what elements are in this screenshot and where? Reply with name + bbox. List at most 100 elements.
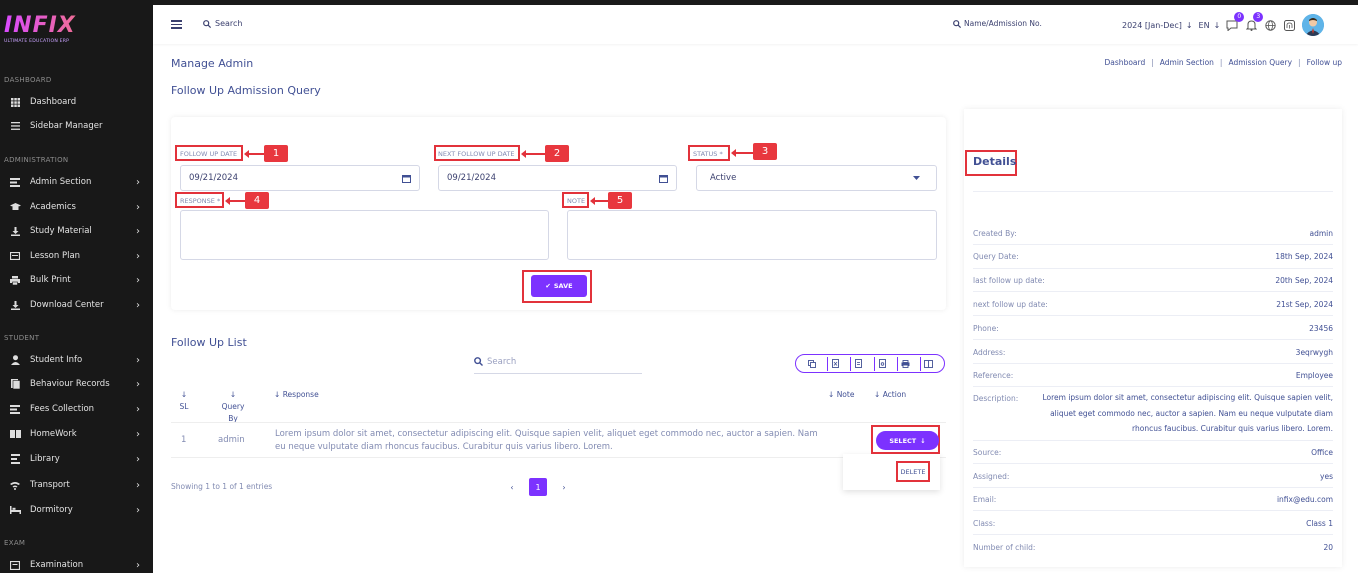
chevron-right-icon: › (136, 176, 140, 188)
page-title: Manage Admin (171, 57, 254, 70)
note-label: NOTE (567, 197, 586, 205)
list-icon (9, 120, 21, 132)
print-button[interactable] (896, 356, 913, 371)
sidebar-item-label: Behaviour Records (30, 379, 110, 389)
arrow-down-icon: ↓ (920, 436, 926, 445)
hamburger-menu-icon[interactable] (171, 20, 182, 29)
sidebar-item-dormitory[interactable]: Dormitory › (0, 500, 153, 520)
sidebar-item-sidebar-manager[interactable]: Sidebar Manager (0, 116, 153, 136)
delete-menu-item[interactable]: DELETE (896, 462, 930, 481)
details-divider (973, 487, 1333, 488)
chevron-right-icon: › (136, 354, 140, 366)
columns-button[interactable] (920, 356, 936, 371)
caret-down-icon (913, 176, 920, 180)
bed-icon (9, 504, 21, 516)
sidebar-item-study-material[interactable]: Study Material › (0, 221, 153, 241)
sidebar-item-dashboard[interactable]: Dashboard (0, 92, 153, 112)
sidebar-item-academics[interactable]: Academics › (0, 197, 153, 217)
fingerprint-button[interactable] (1282, 18, 1296, 32)
breadcrumb-admin-section[interactable]: Admin Section (1160, 58, 1214, 67)
sidebar-item-student-info[interactable]: Student Info › (0, 350, 153, 370)
annotation-callout-1: 1 (264, 145, 288, 162)
calendar-icon[interactable] (659, 174, 668, 183)
sidebar-item-transport[interactable]: Transport › (0, 475, 153, 495)
details-divider (973, 386, 1333, 387)
calendar-icon[interactable] (402, 174, 411, 183)
detail-key-assigned: Assigned: (973, 472, 1010, 481)
detail-key-email: Email: (973, 495, 997, 504)
notifications-button[interactable]: 3 (1244, 12, 1264, 32)
pdf-button[interactable] (873, 356, 890, 371)
header-search[interactable]: Search (203, 19, 242, 28)
sidebar-item-examination[interactable]: Examination › (0, 555, 153, 573)
list-search-input[interactable]: Search (474, 350, 642, 374)
note-textarea[interactable] (567, 210, 937, 260)
detail-key-address: Address: (973, 348, 1006, 357)
select-button[interactable]: SELECT ↓ (876, 431, 939, 450)
follow-up-date-input[interactable]: 09/21/2024 (180, 165, 420, 191)
arrow-down-icon: ↓ (1185, 20, 1193, 30)
col-query-by-sort[interactable]: ↓ Query By (218, 389, 248, 425)
page-button-current[interactable]: 1 (529, 478, 547, 496)
academic-year-select[interactable]: 2024 [Jan-Dec] (1122, 21, 1182, 30)
sidebar-item-admin-section[interactable]: Admin Section › (0, 172, 153, 192)
row-sl: 1 (181, 435, 187, 445)
copy-icon (807, 359, 816, 368)
graduation-cap-icon (9, 201, 21, 213)
avatar[interactable] (1302, 14, 1325, 36)
notifications-badge: 3 (1253, 12, 1264, 22)
detail-value-created-by: admin (1309, 229, 1334, 238)
sidebar-item-download-center[interactable]: Download Center › (0, 295, 153, 315)
messages-badge: 0 (1234, 12, 1245, 22)
admin-icon (9, 176, 21, 188)
status-select[interactable]: Active (696, 165, 937, 191)
col-note-sort[interactable]: ↓ Note (828, 389, 854, 401)
next-follow-up-date-input[interactable]: 09/21/2024 (438, 165, 677, 191)
col-action-sort[interactable]: ↓ Action (874, 389, 906, 401)
row-response-line-2: eu neque vulputate diam rhoncus faucibus… (275, 442, 613, 452)
next-follow-up-date-label: NEXT FOLLOW UP DATE (438, 150, 515, 158)
logo[interactable]: INFIX ULTIMATE EDUCATION ERP (4, 14, 104, 48)
sidebar-item-homework[interactable]: HomeWork › (0, 424, 153, 444)
response-textarea[interactable] (180, 210, 549, 260)
col-sl-sort[interactable]: ↓ SL (176, 389, 192, 413)
sidebar-item-behaviour-records[interactable]: Behaviour Records › (0, 374, 153, 394)
csv-button[interactable] (850, 356, 866, 371)
save-button[interactable]: ✔ SAVE (531, 275, 587, 297)
breadcrumb-dashboard[interactable]: Dashboard (1105, 58, 1146, 67)
sidebar-item-label: Fees Collection (30, 404, 95, 414)
website-button[interactable] (1263, 18, 1277, 32)
prev-page-button[interactable]: ‹ (503, 478, 521, 496)
search-icon (474, 357, 483, 366)
copy-button[interactable] (804, 357, 820, 371)
sidebar-item-fees-collection[interactable]: Fees Collection › (0, 399, 153, 419)
globe-icon (1265, 19, 1276, 31)
col-response-sort[interactable]: ↓ Response (274, 389, 319, 401)
breadcrumb-admission-query[interactable]: Admission Query (1228, 58, 1292, 67)
name-admission-search[interactable]: Name/Admission No. (953, 19, 1042, 28)
detail-value-last-follow-up: 20th Sep, 2024 (1275, 276, 1333, 285)
sidebar-item-label: Study Material (30, 226, 92, 236)
sidebar-item-bulk-print[interactable]: Bulk Print › (0, 270, 153, 290)
chevron-right-icon: › (136, 378, 140, 390)
sort-arrow-icon: ↓ (874, 390, 881, 399)
sidebar-item-lesson-plan[interactable]: Lesson Plan › (0, 246, 153, 266)
search-icon (953, 19, 961, 28)
next-page-button[interactable]: › (555, 478, 573, 496)
details-divider (973, 315, 1333, 316)
download-icon (9, 225, 21, 237)
col-note-header: Note (836, 390, 855, 399)
excel-button[interactable] (826, 356, 843, 371)
sort-arrow-icon: ↓ (229, 390, 237, 399)
messages-button[interactable]: 0 (1225, 12, 1245, 32)
header-right: 2024 [Jan-Dec] ↓ EN ↓ 0 3 (1122, 12, 1325, 36)
sidebar-item-library[interactable]: Library › (0, 449, 153, 469)
sort-arrow-icon: ↓ (274, 390, 281, 399)
detail-value-class: Class 1 (1306, 519, 1333, 528)
details-divider (973, 268, 1333, 269)
chevron-right-icon: › (136, 403, 140, 415)
detail-key-last-follow-up: last follow up date: (973, 276, 1045, 285)
check-icon: ✔ (545, 282, 551, 290)
col-sl-header: SL (179, 402, 189, 411)
language-select[interactable]: EN (1199, 21, 1210, 30)
